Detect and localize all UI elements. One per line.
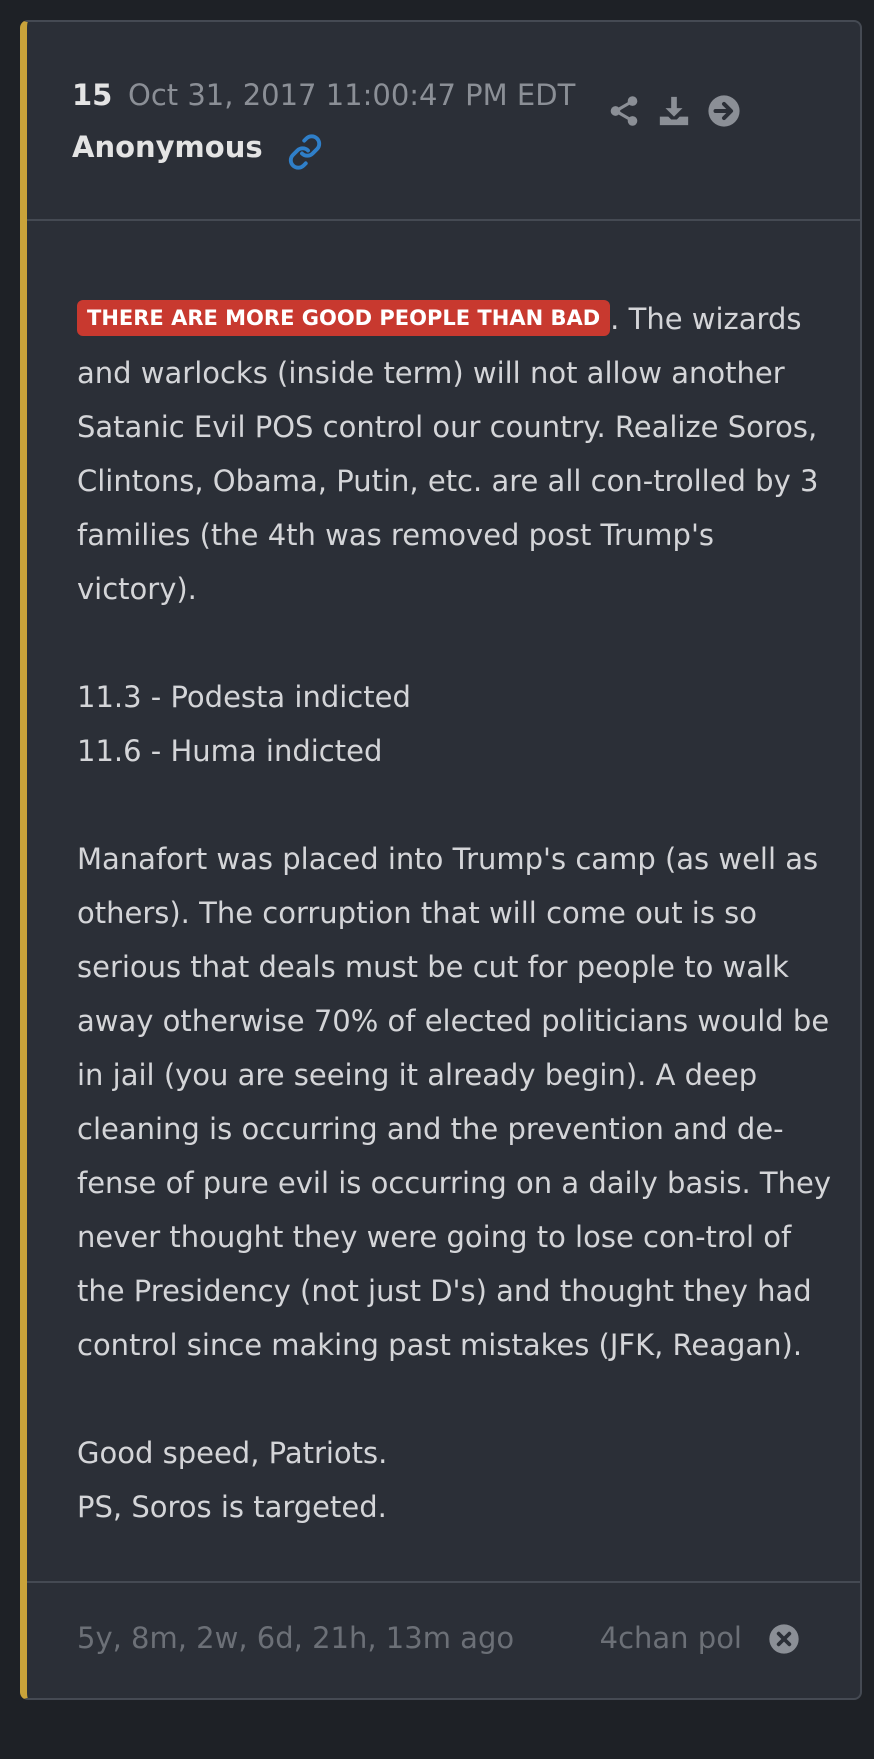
paragraph-1-text: . The wizards and warlocks (inside term)… — [77, 302, 819, 606]
share-icon[interactable] — [607, 94, 641, 128]
paragraph-1: THERE ARE MORE GOOD PEOPLE THAN BAD. The… — [77, 292, 837, 616]
line-podesta: 11.3 - Podesta indicted — [77, 680, 411, 714]
line-good-speed: Good speed, Patriots. — [77, 1436, 388, 1470]
paragraph-3: Manafort was placed into Trump's camp (a… — [77, 842, 832, 1362]
line-ps: PS, Soros is targeted. — [77, 1490, 387, 1524]
arrow-right-circle-icon[interactable] — [707, 94, 741, 128]
relative-time: 5y, 8m, 2w, 6d, 21h, 13m ago — [77, 1621, 515, 1655]
post-author: Anonymous — [72, 130, 263, 164]
post-footer: 5y, 8m, 2w, 6d, 21h, 13m ago 4chan pol — [27, 1581, 860, 1698]
post-card: 15 Oct 31, 2017 11:00:47 PM EDT Anonymou… — [20, 20, 862, 1700]
download-icon[interactable] — [657, 94, 691, 128]
post-header: 15 Oct 31, 2017 11:00:47 PM EDT Anonymou… — [27, 22, 860, 221]
post-number[interactable]: 15 — [72, 78, 112, 112]
highlight-tag: THERE ARE MORE GOOD PEOPLE THAN BAD — [77, 300, 611, 336]
link-icon[interactable] — [287, 134, 323, 170]
post-timestamp: Oct 31, 2017 11:00:47 PM EDT — [128, 78, 576, 112]
post-body: THERE ARE MORE GOOD PEOPLE THAN BAD. The… — [77, 292, 837, 1534]
line-huma: 11.6 - Huma indicted — [77, 734, 383, 768]
close-icon[interactable] — [768, 1623, 800, 1655]
source-label[interactable]: 4chan pol — [600, 1621, 742, 1655]
